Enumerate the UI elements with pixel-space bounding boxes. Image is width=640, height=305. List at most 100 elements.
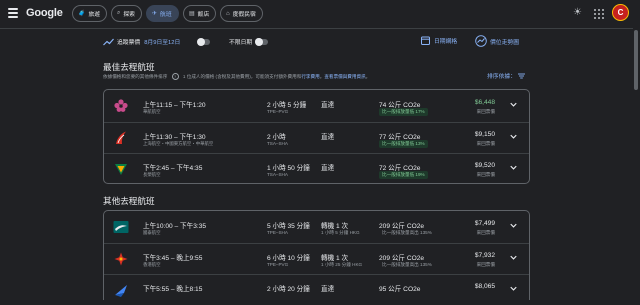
any-dates-toggle[interactable] (255, 38, 268, 46)
expand-chevron-icon[interactable] (508, 162, 519, 173)
airline-name: 上海航空・中國東方航空・中華航空 (143, 141, 214, 146)
expand-chevron-icon[interactable] (508, 131, 519, 142)
tab-flights-label: 航班 (160, 12, 172, 18)
tab-travel[interactable]: 🧳 旅遊 (72, 5, 108, 22)
airline-logo-shanghai (113, 130, 129, 146)
apps-grid-icon[interactable] (594, 9, 604, 19)
flight-route: TSA–SHA (267, 141, 288, 146)
hotel-icon: ▤ (189, 11, 195, 17)
track-prices-dates: 8月9日至12日 (144, 40, 181, 46)
co2-emissions: 95 公斤 CO2e (379, 286, 421, 293)
expand-chevron-icon[interactable] (508, 252, 519, 263)
best-flights-note: 依據價格和您要的其他條件排序 ? 1 位成人的價格 (含稅及其他費用)，可能須支… (103, 73, 370, 80)
flight-price: $8,065 (474, 283, 495, 290)
price-type: 來回票價 (476, 141, 495, 146)
airline-name: 華航航空 (143, 109, 161, 114)
flight-stops: 直達 (321, 102, 335, 109)
track-prices-label: 追蹤票價 (117, 40, 141, 46)
flight-times: 上午11:30 – 下午1:30 (143, 134, 206, 141)
flight-times: 上午11:15 – 下午1:20 (143, 102, 206, 109)
airline-name: 長榮航空 (143, 172, 161, 177)
price-graph-label: 價位走勢圖 (490, 39, 519, 46)
calendar-grid-icon (421, 36, 430, 45)
flight-duration: 5 小時 35 分鐘 (267, 223, 310, 230)
price-type: 來回票價 (476, 109, 495, 114)
top-bar: Google 🧳 旅遊 ⌕ 探索 ✈ 航班 ▤ 飯店 ⌂ 度假民宿 ☀ C (0, 0, 640, 29)
account-avatar[interactable]: C (612, 4, 629, 21)
help-icon[interactable]: ? (171, 73, 179, 80)
flight-route: TPE–PVG (267, 262, 289, 267)
best-flights-title: 最佳去程航班 (103, 62, 155, 72)
tab-vacation-rentals-label: 度假民宿 (232, 12, 256, 18)
sort-icon (517, 74, 525, 79)
track-prices[interactable]: 追蹤票價 8月9日至12日 (103, 37, 180, 46)
flight-stops: 直達 (321, 286, 335, 293)
baggage-fees-link[interactable]: 行李費用 (301, 74, 319, 79)
flight-price: $9,520 (474, 162, 495, 169)
expand-chevron-icon[interactable] (508, 99, 519, 110)
date-grid-label: 日期網格 (434, 39, 458, 45)
track-prices-toggle[interactable] (197, 38, 210, 46)
flight-times: 下午3:45 – 晚上9:55 (143, 255, 203, 262)
tab-explore-label: 探索 (123, 12, 135, 18)
flight-duration: 6 小時 10 分鐘 (267, 255, 310, 262)
airline-logo-chinaair (113, 98, 129, 114)
emission-badge: 比一般排放量高出 135% (382, 230, 432, 235)
best-flights-card: 上午11:15 – 下午1:20 華航航空 2 小時 5 分鐘 TPE–PVG 直達 74… (103, 89, 530, 184)
tab-flights[interactable]: ✈ 航班 (146, 5, 179, 22)
emission-badge: 比一般排放量低 13% (379, 140, 428, 148)
results-toolbar: 追蹤票價 8月9日至12日 不限日期 ? 日期網格 價位走勢圖 (0, 32, 640, 54)
date-grid-button[interactable]: 日期網格 (421, 36, 457, 45)
fare-info-link[interactable]: 查看票價與費用資訊 (324, 74, 365, 79)
price-type: 來回票價 (476, 262, 495, 267)
explore-icon: ⌕ (117, 10, 121, 16)
flight-times: 下午5:55 – 晚上8:15 (143, 286, 203, 293)
best-note-end: 。 (365, 74, 371, 79)
airline-name: 國泰航空 (143, 230, 161, 235)
tab-vacation-rentals[interactable]: ⌂ 度假民宿 (220, 5, 263, 22)
flight-price: $7,932 (474, 252, 495, 259)
google-logo[interactable]: Google (26, 7, 63, 19)
flight-row[interactable]: 下午3:45 – 晚上9:55 香港航空 6 小時 10 分鐘 TPE–PVG 轉機 1… (104, 243, 529, 274)
tab-explore[interactable]: ⌕ 探索 (111, 5, 142, 22)
flight-stops: 直達 (321, 134, 335, 141)
flight-duration: 2 小時 5 分鐘 (267, 102, 307, 109)
tab-travel-label: 旅遊 (88, 12, 101, 18)
other-flights-card: 上午10:00 – 下午3:35 國泰航空 5 小時 35 分鐘 TPE–SHA 轉機 … (103, 210, 530, 300)
flight-stops: 直達 (321, 165, 335, 172)
emission-badge: 比一般排放量高出 135% (382, 262, 432, 267)
expand-chevron-icon[interactable] (508, 283, 519, 294)
expand-chevron-icon[interactable] (508, 220, 519, 231)
airline-name: 香港航空 (143, 262, 161, 267)
flight-price: $9,150 (474, 131, 495, 138)
flight-row[interactable]: 上午11:30 – 下午1:30 上海航空・中國東方航空・中華航空 2 小時 TSA–… (104, 122, 529, 153)
flight-times: 上午10:00 – 下午3:35 (143, 223, 207, 230)
flight-row[interactable]: 上午11:15 – 下午1:20 華航航空 2 小時 5 分鐘 TPE–PVG 直達 74… (104, 91, 529, 121)
flight-stops: 轉機 1 次 (321, 223, 349, 230)
flight-row[interactable]: 下午2:45 – 下午4:35 長榮航空 1 小時 50 分鐘 TSA–SHA 直達 72… (104, 153, 529, 184)
layover-detail: 1 小時 25 分鐘 HKG (321, 262, 363, 267)
tab-hotels[interactable]: ▤ 飯店 (183, 5, 217, 22)
flight-price: $7,499 (474, 220, 495, 227)
emission-badge: 比一般排放量低 17% (379, 108, 428, 116)
vacation-rental-icon: ⌂ (226, 10, 230, 17)
flight-price: $6,448 (474, 99, 495, 106)
page-scrollbar[interactable] (633, 28, 640, 290)
price-type: 來回票價 (476, 230, 495, 235)
price-graph-icon (475, 35, 487, 47)
airline-logo-cathay (113, 219, 129, 235)
tab-hotels-label: 飯店 (197, 12, 210, 18)
flight-icon: ✈ (152, 11, 158, 17)
flight-stops: 轉機 1 次 (321, 255, 349, 262)
price-graph-button[interactable]: 價位走勢圖 (475, 35, 519, 47)
airline-logo-blue (113, 282, 129, 298)
flight-duration: 2 小時 (267, 134, 286, 141)
flight-route: TPE–PVG (267, 109, 289, 114)
flight-route: TPE–SHA (267, 230, 288, 235)
flight-duration: 1 小時 50 分鐘 (267, 165, 310, 172)
theme-sun-icon[interactable]: ☀ (573, 7, 582, 18)
sort-by-button[interactable]: 排序依據： (487, 71, 525, 80)
flight-row[interactable]: 上午10:00 – 下午3:35 國泰航空 5 小時 35 分鐘 TPE–SHA 轉機 … (104, 212, 529, 242)
emission-badge: 比一般排放量低 19% (379, 171, 428, 179)
main-menu-icon[interactable] (8, 8, 18, 20)
